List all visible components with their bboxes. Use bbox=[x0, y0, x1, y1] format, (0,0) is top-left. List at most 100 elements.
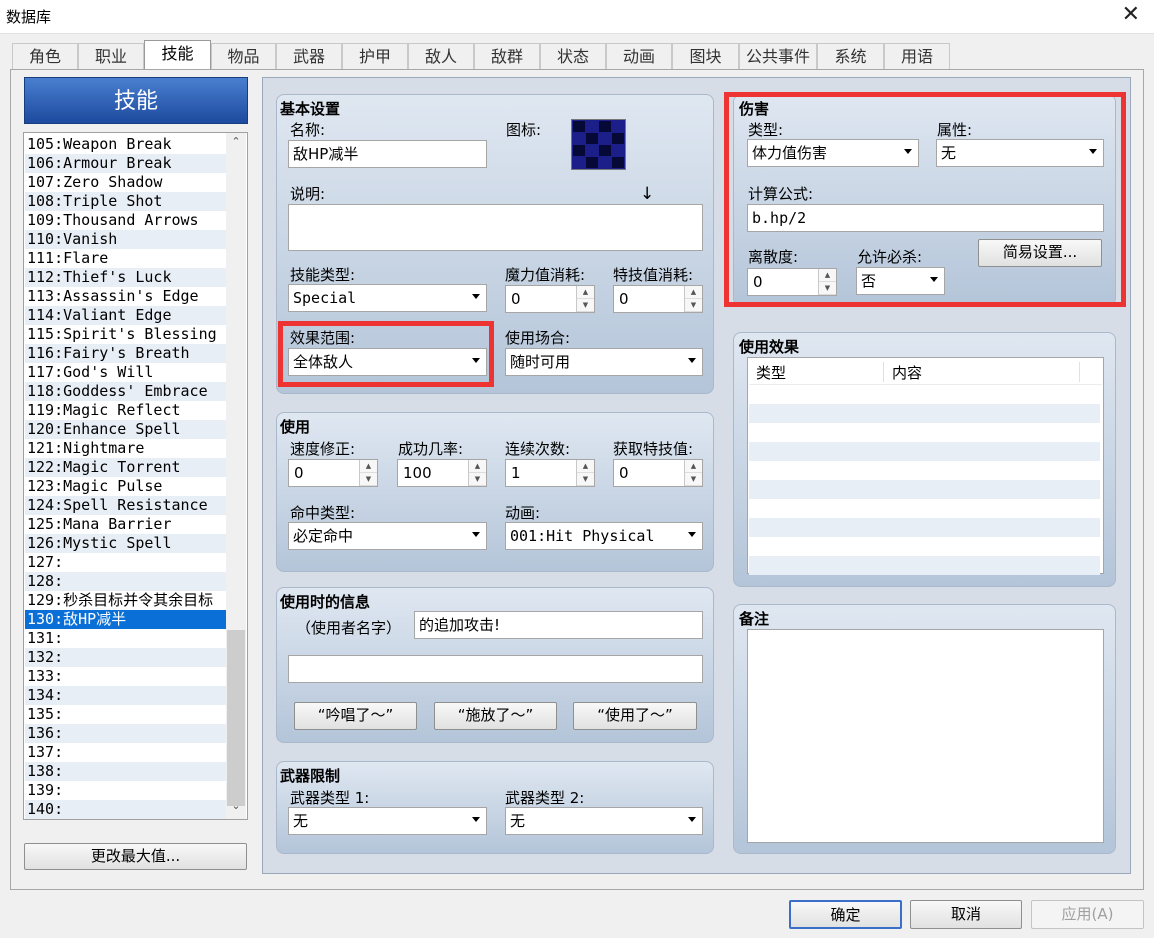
table-row[interactable] bbox=[749, 499, 1100, 518]
skill-type-select[interactable]: Special bbox=[288, 284, 487, 312]
list-item[interactable]: 138: bbox=[25, 762, 228, 781]
speed-stepper[interactable]: 0 ▲ ▼ bbox=[288, 459, 378, 487]
mp-cost-stepper[interactable]: 0 ▲ ▼ bbox=[505, 285, 595, 313]
simple-setup-button[interactable]: 简易设置... bbox=[978, 239, 1102, 267]
tab-12[interactable]: 系统 bbox=[817, 43, 884, 69]
list-item[interactable]: 128: bbox=[25, 572, 228, 591]
ok-button[interactable]: 确定 bbox=[789, 900, 902, 929]
table-row[interactable] bbox=[749, 423, 1100, 442]
list-item[interactable]: 127: bbox=[25, 553, 228, 572]
repeats-stepper[interactable]: 1 ▲ ▼ bbox=[505, 459, 595, 487]
list-item[interactable]: 123:Magic Pulse bbox=[25, 477, 228, 496]
table-row[interactable] bbox=[749, 537, 1100, 556]
element-select[interactable]: 无 bbox=[936, 139, 1104, 167]
tab-6[interactable]: 敌人 bbox=[408, 43, 474, 69]
table-row[interactable] bbox=[749, 556, 1100, 575]
list-item[interactable]: 117:God's Will bbox=[25, 363, 228, 382]
list-item[interactable]: 106:Armour Break bbox=[25, 154, 228, 173]
tab-13[interactable]: 用语 bbox=[884, 43, 950, 69]
tab-11[interactable]: 公共事件 bbox=[739, 43, 817, 69]
list-item[interactable]: 140: bbox=[25, 800, 228, 819]
damage-type-select[interactable]: 体力值伤害 bbox=[747, 139, 919, 167]
list-item[interactable]: 108:Triple Shot bbox=[25, 192, 228, 211]
list-item[interactable]: 130:敌HP减半 bbox=[25, 610, 228, 629]
tab-5[interactable]: 护甲 bbox=[342, 43, 408, 69]
name-input[interactable]: 敌HP减半 bbox=[288, 140, 487, 168]
close-icon[interactable]: ✕ bbox=[1122, 3, 1140, 27]
table-row[interactable] bbox=[749, 442, 1100, 461]
table-row[interactable] bbox=[749, 385, 1100, 404]
weapon-type2-select[interactable]: 无 bbox=[505, 807, 703, 835]
change-max-button[interactable]: 更改最大值... bbox=[24, 843, 247, 870]
table-row[interactable] bbox=[749, 518, 1100, 537]
scroll-up-icon[interactable]: ⌃ bbox=[226, 135, 246, 148]
note-input[interactable] bbox=[747, 629, 1104, 843]
tab-9[interactable]: 动画 bbox=[606, 43, 672, 69]
skills-list[interactable]: 105:Weapon Break 106:Armour Break 107:Zero… bbox=[23, 132, 248, 820]
message-line2-input[interactable] bbox=[288, 655, 703, 683]
list-item[interactable]: 115:Spirit's Blessing bbox=[25, 325, 228, 344]
skills-list-scrollbar[interactable]: ⌃ ⌄ bbox=[226, 133, 246, 819]
tab-10[interactable]: 图块 bbox=[672, 43, 739, 69]
list-item[interactable]: 137: bbox=[25, 743, 228, 762]
damage-type-label: 类型: bbox=[748, 121, 784, 139]
list-item[interactable]: 139: bbox=[25, 781, 228, 800]
use-button[interactable]: “使用了～” bbox=[573, 702, 697, 730]
list-item[interactable]: 111:Flare bbox=[25, 249, 228, 268]
chant-button[interactable]: “吟唱了～” bbox=[294, 702, 417, 730]
list-item[interactable]: 113:Assassin's Edge bbox=[25, 287, 228, 306]
list-item[interactable]: 109:Thousand Arrows bbox=[25, 211, 228, 230]
list-item[interactable]: 107:Zero Shadow bbox=[25, 173, 228, 192]
apply-button[interactable]: 应用(A) bbox=[1031, 900, 1144, 929]
tab-4[interactable]: 武器 bbox=[276, 43, 342, 69]
list-item[interactable]: 120:Enhance Spell bbox=[25, 420, 228, 439]
list-item[interactable]: 136: bbox=[25, 724, 228, 743]
variance-stepper[interactable]: 0 ▲ ▼ bbox=[747, 268, 837, 296]
success-stepper[interactable]: 100 ▲ ▼ bbox=[397, 459, 487, 487]
list-item[interactable]: 132: bbox=[25, 648, 228, 667]
animation-select[interactable]: 001:Hit Physical bbox=[505, 522, 703, 550]
list-item[interactable]: 112:Thief's Luck bbox=[25, 268, 228, 287]
list-item[interactable]: 124:Spell Resistance bbox=[25, 496, 228, 515]
list-item[interactable]: 134: bbox=[25, 686, 228, 705]
list-item[interactable]: 116:Fairy's Breath bbox=[25, 344, 228, 363]
scrollbar-thumb[interactable] bbox=[227, 630, 245, 806]
cancel-button[interactable]: 取消 bbox=[910, 900, 1022, 929]
formula-input[interactable]: b.hp/2 bbox=[747, 204, 1104, 232]
hit-type-select[interactable]: 必定命中 bbox=[288, 522, 487, 550]
tab-7[interactable]: 敌群 bbox=[474, 43, 540, 69]
weapon-type1-select[interactable]: 无 bbox=[288, 807, 487, 835]
message-line1-input[interactable]: 的追加攻击! bbox=[414, 611, 703, 639]
cast-button[interactable]: “施放了～” bbox=[434, 702, 557, 730]
tp-cost-stepper[interactable]: 0 ▲ ▼ bbox=[613, 285, 703, 313]
tab-3[interactable]: 物品 bbox=[211, 43, 276, 69]
table-row[interactable] bbox=[749, 480, 1100, 499]
list-item[interactable]: 121:Nightmare bbox=[25, 439, 228, 458]
table-row[interactable] bbox=[749, 404, 1100, 423]
skill-icon-preview[interactable] bbox=[571, 119, 626, 170]
list-item[interactable]: 131: bbox=[25, 629, 228, 648]
scroll-down-icon[interactable]: ⌄ bbox=[226, 799, 246, 812]
list-item[interactable]: 126:Mystic Spell bbox=[25, 534, 228, 553]
table-row[interactable] bbox=[749, 461, 1100, 480]
tp-gain-stepper[interactable]: 0 ▲ ▼ bbox=[613, 459, 703, 487]
list-item[interactable]: 118:Goddess' Embrace bbox=[25, 382, 228, 401]
list-item[interactable]: 114:Valiant Edge bbox=[25, 306, 228, 325]
critical-select[interactable]: 否 bbox=[856, 267, 945, 295]
list-item[interactable]: 129:秒杀目标并令其余目标 bbox=[25, 591, 228, 610]
list-item[interactable]: 122:Magic Torrent bbox=[25, 458, 228, 477]
list-item[interactable]: 105:Weapon Break bbox=[25, 135, 228, 154]
list-item[interactable]: 133: bbox=[25, 667, 228, 686]
list-item[interactable]: 110:Vanish bbox=[25, 230, 228, 249]
list-item[interactable]: 135: bbox=[25, 705, 228, 724]
list-item[interactable]: 125:Mana Barrier bbox=[25, 515, 228, 534]
tab-0[interactable]: 角色 bbox=[12, 43, 78, 69]
tab-1[interactable]: 职业 bbox=[78, 43, 144, 69]
effects-table[interactable]: 类型 内容 bbox=[747, 357, 1104, 575]
occasion-select[interactable]: 随时可用 bbox=[505, 348, 703, 376]
critical-label: 允许必杀: bbox=[857, 248, 923, 266]
tab-2[interactable]: 技能 bbox=[144, 40, 211, 70]
description-input[interactable] bbox=[288, 204, 703, 251]
tab-8[interactable]: 状态 bbox=[540, 43, 606, 69]
list-item[interactable]: 119:Magic Reflect bbox=[25, 401, 228, 420]
